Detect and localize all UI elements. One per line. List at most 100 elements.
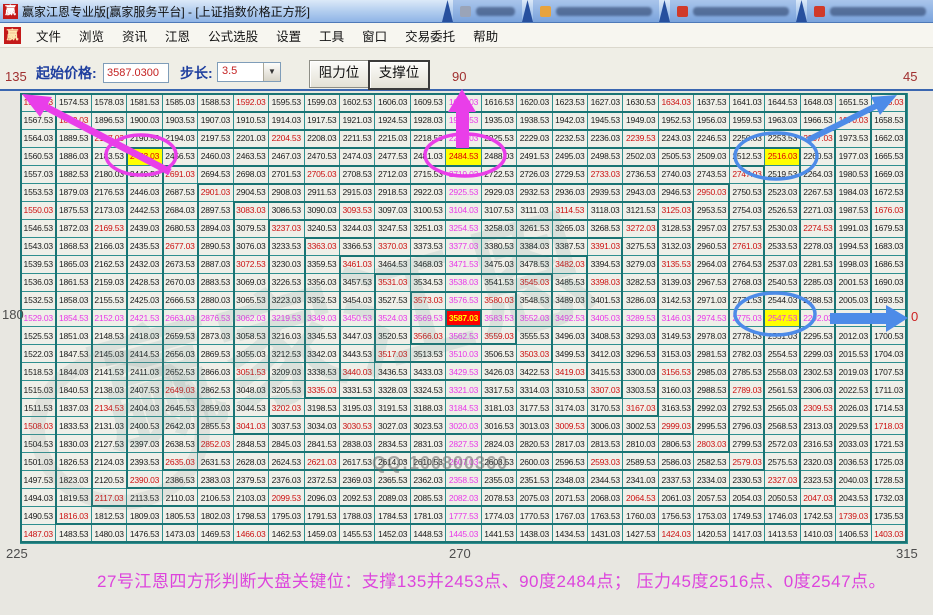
grid-cell: 2575.53 bbox=[765, 453, 799, 470]
grid-cell: 1557.03 bbox=[21, 166, 55, 183]
grid-cell: 3447.03 bbox=[340, 327, 374, 344]
grid-cell: 3167.03 bbox=[623, 399, 657, 416]
grid-cell: 3212.53 bbox=[269, 345, 303, 362]
resistance-button[interactable]: 阻力位 bbox=[309, 60, 369, 88]
grid-cell: 1711.03 bbox=[872, 381, 906, 398]
grid-cell: 2796.03 bbox=[730, 417, 764, 434]
grid-cell: 2267.53 bbox=[801, 184, 835, 201]
grid-cell: 1728.53 bbox=[872, 471, 906, 488]
grid-cell: 2285.03 bbox=[801, 274, 835, 291]
menu-item[interactable]: 资讯 bbox=[113, 23, 156, 48]
grid-cell: 2509.03 bbox=[694, 148, 728, 165]
grid-cell: 2649.03 bbox=[163, 381, 197, 398]
grid-cell: 2463.53 bbox=[234, 148, 268, 165]
grid-cell: 2351.53 bbox=[517, 471, 551, 488]
grid-cell: 3209.03 bbox=[269, 363, 303, 380]
angle-label-90: 90 bbox=[452, 69, 466, 84]
grid-cell: 2134.53 bbox=[92, 399, 126, 416]
menu-item[interactable]: 文件 bbox=[27, 23, 70, 48]
grid-cell: 1469.53 bbox=[198, 525, 232, 542]
grid-cell: 2232.53 bbox=[553, 130, 587, 147]
grid-cell: 1473.03 bbox=[163, 525, 197, 542]
grid-cell: 3002.53 bbox=[623, 417, 657, 434]
chevron-down-icon[interactable]: ▼ bbox=[263, 63, 280, 81]
start-price-input[interactable] bbox=[103, 63, 169, 83]
grid-cell: 3314.03 bbox=[517, 381, 551, 398]
grid-cell: 2162.53 bbox=[92, 256, 126, 273]
menu-item[interactable]: 公式选股 bbox=[199, 23, 267, 48]
grid-cell: 2379.53 bbox=[234, 471, 268, 488]
grid-cell: 2278.03 bbox=[801, 238, 835, 255]
step-select[interactable]: 3.5 ▼ bbox=[217, 62, 281, 82]
menu-item[interactable]: 浏览 bbox=[70, 23, 113, 48]
grid-cell: 1872.03 bbox=[56, 220, 90, 237]
menu-item[interactable]: 江恩 bbox=[156, 23, 199, 48]
grid-cell: 2169.53 bbox=[92, 220, 126, 237]
grid-cell: 2785.53 bbox=[730, 363, 764, 380]
grid-cell: 2936.03 bbox=[553, 184, 587, 201]
grid-cell: 2495.03 bbox=[553, 148, 587, 165]
grid-cell: 3457.53 bbox=[340, 274, 374, 291]
support-button[interactable]: 支撑位 bbox=[368, 60, 430, 90]
grid-cell: 1606.03 bbox=[375, 94, 409, 111]
grid-cell: 2393.53 bbox=[127, 453, 161, 470]
grid-cell: 1756.53 bbox=[659, 507, 693, 524]
step-label: 步长: bbox=[180, 63, 213, 83]
background-window-tab[interactable] bbox=[670, 0, 796, 22]
grid-cell: 3541.53 bbox=[482, 274, 516, 291]
grid-cell: 2246.53 bbox=[694, 130, 728, 147]
background-window-tab[interactable] bbox=[807, 0, 933, 22]
grid-cell: 2757.53 bbox=[730, 220, 764, 237]
grid-cell: 2530.03 bbox=[765, 220, 799, 237]
grid-cell: 3030.53 bbox=[340, 417, 374, 434]
menu-item[interactable]: 设置 bbox=[267, 23, 310, 48]
menu-item[interactable]: 窗口 bbox=[353, 23, 396, 48]
grid-cell: 2155.53 bbox=[92, 292, 126, 309]
grid-cell: 1826.53 bbox=[56, 453, 90, 470]
grid-cell: 3205.53 bbox=[269, 381, 303, 398]
grid-cell: 1938.53 bbox=[517, 112, 551, 129]
grid-cell: 3258.03 bbox=[482, 220, 516, 237]
grid-cell: 3370.03 bbox=[375, 238, 409, 255]
menu-item[interactable]: 交易委托 bbox=[396, 23, 464, 48]
panel-separator bbox=[0, 89, 933, 91]
grid-cell: 1455.53 bbox=[340, 525, 374, 542]
background-window-tab[interactable] bbox=[533, 0, 659, 22]
grid-cell: 2092.53 bbox=[340, 489, 374, 506]
grid-cell: 1809.03 bbox=[127, 507, 161, 524]
grid-cell: 1459.03 bbox=[305, 525, 339, 542]
grid-cell: 2026.03 bbox=[836, 399, 870, 416]
grid-cell: 3111.03 bbox=[517, 202, 551, 219]
grid-cell: 1886.03 bbox=[56, 148, 90, 165]
grid-cell: 3436.53 bbox=[375, 363, 409, 380]
grid-cell: 1830.03 bbox=[56, 435, 90, 452]
grid-cell: 3037.53 bbox=[269, 417, 303, 434]
grid-cell: 2778.53 bbox=[730, 327, 764, 344]
grid-cell: 2082.03 bbox=[446, 489, 480, 506]
grid-cell: 2281.53 bbox=[801, 256, 835, 273]
grid-cell: 3534.53 bbox=[411, 274, 445, 291]
grid-cell: 3163.53 bbox=[659, 399, 693, 416]
grid-cell: 1504.53 bbox=[21, 435, 55, 452]
menu-item[interactable]: 帮助 bbox=[464, 23, 507, 48]
grid-cell: 2022.53 bbox=[836, 381, 870, 398]
background-window-tab[interactable] bbox=[453, 0, 522, 22]
grid-cell: 2817.03 bbox=[553, 435, 587, 452]
grid-cell: 3352.53 bbox=[305, 292, 339, 309]
grid-cell: 3118.03 bbox=[588, 202, 622, 219]
grid-cell: 2047.03 bbox=[801, 489, 835, 506]
grid-cell: 1581.53 bbox=[127, 94, 161, 111]
grid-cell: 1609.53 bbox=[411, 94, 445, 111]
angle-label-270: 270 bbox=[449, 546, 471, 561]
grid-cell: 1431.03 bbox=[588, 525, 622, 542]
grid-cell: 2057.53 bbox=[694, 489, 728, 506]
grid-cell: 1539.53 bbox=[21, 256, 55, 273]
grid-cell: 3527.53 bbox=[375, 292, 409, 309]
menu-item[interactable]: 工具 bbox=[310, 23, 353, 48]
grid-cell: 2019.03 bbox=[836, 363, 870, 380]
angle-label-225: 225 bbox=[6, 546, 28, 561]
grid-cell: 3384.03 bbox=[517, 238, 551, 255]
grid-cell: 1952.53 bbox=[659, 112, 693, 129]
grid-cell: 1994.53 bbox=[836, 238, 870, 255]
grid-cell: 1585.03 bbox=[163, 94, 197, 111]
